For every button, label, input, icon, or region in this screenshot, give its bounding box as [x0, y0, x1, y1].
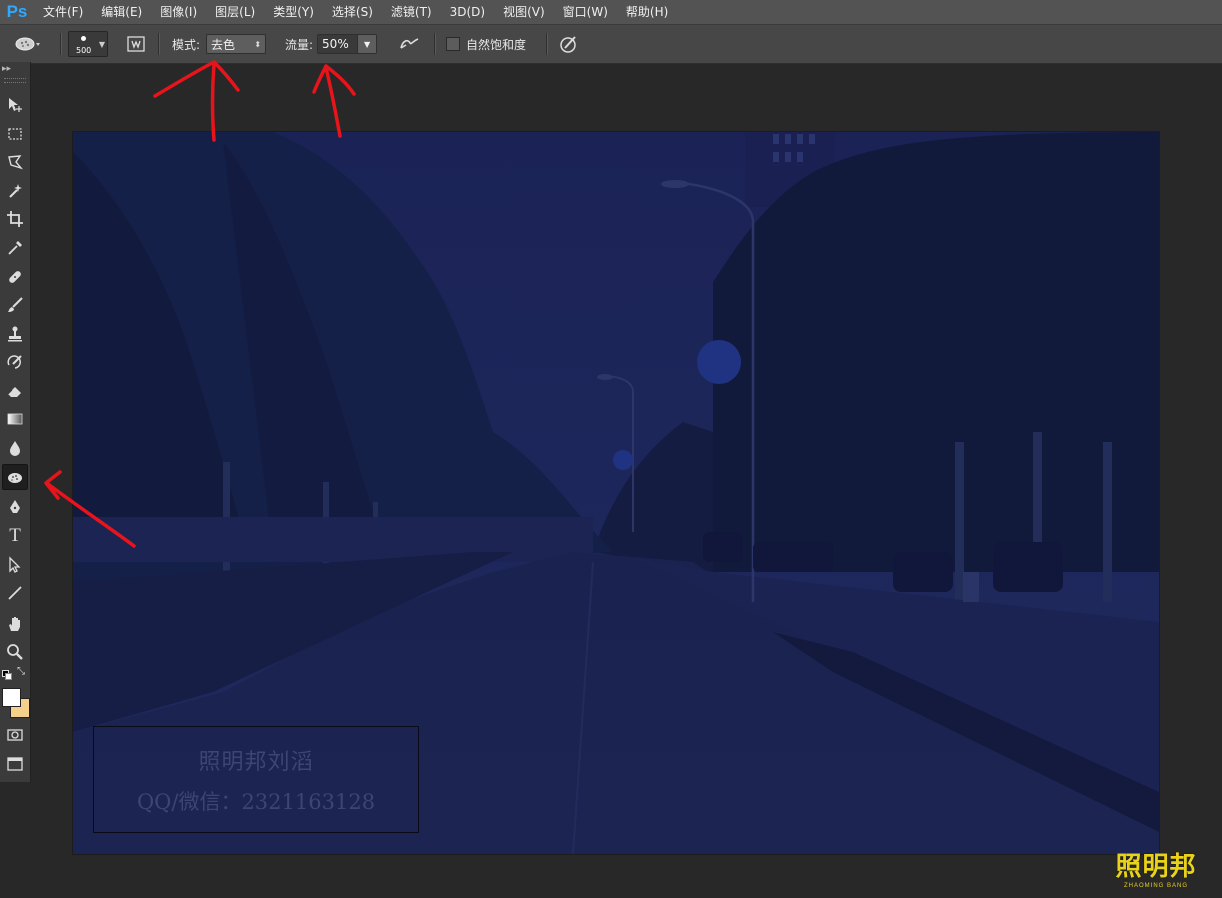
pressure-size-icon — [560, 36, 576, 53]
menu-image[interactable]: 图像(I) — [151, 0, 206, 24]
menu-type[interactable]: 类型(Y) — [264, 0, 323, 24]
updown-icon: ⬍ — [254, 39, 262, 49]
brush-panel-toggle[interactable] — [126, 25, 146, 63]
sponge-icon — [15, 37, 40, 51]
chevron-down-icon: ▼ — [98, 40, 105, 49]
polygon-lasso-icon — [8, 155, 24, 170]
eraser-icon — [7, 387, 21, 397]
clone-stamp-tool[interactable] — [2, 321, 28, 347]
move-tool[interactable] — [2, 92, 28, 118]
crop-tool[interactable] — [2, 206, 28, 232]
natural-saturation-option[interactable]: 自然饱和度 — [446, 25, 526, 63]
menu-help[interactable]: 帮助(H) — [617, 0, 677, 24]
pen-icon — [10, 500, 20, 513]
tools-panel: ▸▸ T ⤡ — [0, 62, 31, 782]
drop-icon — [10, 441, 20, 456]
lasso-tool[interactable] — [2, 149, 28, 175]
flow-annotation-arrow — [312, 64, 356, 138]
brush-size: 500 — [76, 46, 92, 55]
brush-panel-icon — [127, 36, 145, 52]
menu-filter[interactable]: 滤镜(T) — [382, 0, 441, 24]
pressure-toggle[interactable] — [558, 25, 580, 63]
menu-window[interactable]: 窗口(W) — [554, 0, 617, 24]
brand-logo-pinyin: ZHAOMING BANG — [1123, 883, 1188, 889]
pen-tool[interactable] — [2, 494, 28, 520]
eraser-tool[interactable] — [2, 378, 28, 404]
eyedropper-tool[interactable] — [2, 235, 28, 261]
rect-marquee-icon — [8, 128, 22, 140]
arrow-icon — [9, 556, 21, 573]
brush-tool[interactable] — [2, 292, 28, 318]
bandage-icon — [9, 271, 21, 283]
magic-wand-tool[interactable] — [2, 178, 28, 204]
photoshop-logo: Ps — [6, 2, 28, 21]
default-colors-icon[interactable] — [2, 670, 12, 680]
line-tool[interactable] — [2, 580, 28, 606]
line-icon — [8, 586, 22, 600]
zoom-icon — [7, 644, 23, 660]
menu-3d[interactable]: 3D(D) — [441, 0, 494, 24]
brush-icon — [8, 297, 23, 312]
watermark-box: 照明邦刘滔 QQ/微信：2321163128 — [93, 726, 419, 833]
airbrush-toggle[interactable] — [398, 25, 422, 63]
menu-view[interactable]: 视图(V) — [494, 0, 554, 24]
gradient-icon — [7, 413, 23, 425]
foreground-color-swatch[interactable] — [2, 688, 21, 707]
hand-icon — [9, 617, 20, 631]
brush-tip-icon — [81, 36, 86, 41]
type-tool[interactable]: T — [2, 523, 28, 549]
hand-tool[interactable] — [2, 611, 28, 637]
brush-preset-picker[interactable]: 500 ▼ — [68, 31, 108, 57]
menu-select[interactable]: 选择(S) — [323, 0, 382, 24]
history-brush-tool[interactable] — [2, 349, 28, 375]
history-brush-icon — [7, 355, 22, 369]
quick-mask-icon — [7, 729, 23, 741]
mode-label: 模式: — [172, 37, 201, 52]
quick-mask-toggle[interactable] — [2, 722, 28, 748]
menu-file[interactable]: 文件(F) — [34, 0, 92, 24]
menu-layer[interactable]: 图层(L) — [206, 0, 264, 24]
mode-annotation-arrow — [153, 60, 240, 142]
natural-saturation-checkbox[interactable] — [446, 37, 460, 51]
watermark-contact: QQ/微信：2321163128 — [136, 789, 376, 814]
natural-saturation-label: 自然饱和度 — [466, 37, 527, 52]
collapse-icon[interactable]: ▸▸ — [2, 64, 11, 74]
flow-label: 流量: — [285, 37, 314, 52]
watermark-name: 照明邦刘滔 — [198, 749, 314, 775]
tool-preset-picker[interactable] — [14, 25, 40, 63]
screen-mode-icon — [7, 757, 23, 771]
zoom-tool[interactable] — [2, 639, 28, 665]
crop-icon — [7, 211, 23, 227]
move-icon — [9, 98, 22, 112]
stamp-icon — [8, 326, 22, 342]
gradient-tool[interactable] — [2, 406, 28, 432]
menu-edit[interactable]: 编辑(E) — [92, 0, 151, 24]
magic-wand-icon — [9, 184, 22, 198]
sponge-tool[interactable] — [2, 464, 28, 490]
swap-colors-icon[interactable]: ⤡ — [17, 666, 25, 677]
brand-logo-text: 照明邦 — [1115, 852, 1197, 882]
marquee-tool[interactable] — [2, 121, 28, 147]
options-bar: 500 ▼ 模式: 去色 ⬍ 流量: 50% ▼ 自然饱和度 — [0, 24, 1222, 64]
type-icon: T — [9, 525, 21, 546]
flow-value: 50% — [322, 37, 349, 51]
mode-dropdown[interactable]: 去色 ⬍ — [206, 34, 267, 54]
airbrush-icon — [400, 38, 419, 49]
path-selection-tool[interactable] — [2, 552, 28, 578]
chevron-down-icon[interactable]: ▼ — [357, 35, 377, 53]
blur-tool[interactable] — [2, 435, 28, 461]
sponge-icon — [8, 473, 22, 483]
menu-bar: Ps 文件(F) 编辑(E) 图像(I) 图层(L) 类型(Y) 选择(S) 滤… — [0, 0, 1222, 24]
healing-brush-tool[interactable] — [2, 264, 28, 290]
panel-grip[interactable] — [4, 78, 26, 83]
flow-field[interactable]: 50% ▼ — [317, 34, 378, 54]
brand-logo: 照明邦 ZHAOMING BANG — [1110, 852, 1202, 892]
screen-mode-button[interactable] — [2, 751, 28, 777]
mode-value: 去色 — [211, 37, 236, 52]
eyedropper-icon — [8, 241, 22, 255]
